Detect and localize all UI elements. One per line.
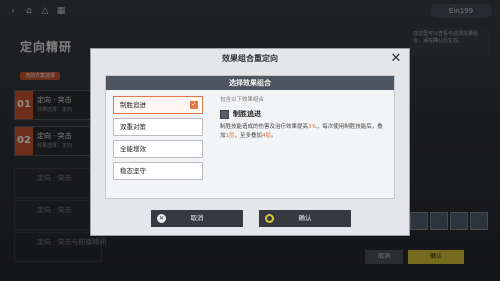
option-0[interactable]: 制胜追进 ✓ [113, 96, 203, 114]
cancel-button[interactable]: ✕ 取消 [151, 210, 243, 227]
option-label: 制胜追进 [120, 101, 146, 109]
confirm-label: 确认 [298, 214, 312, 222]
option-label: 双重对策 [120, 123, 146, 131]
effect-combo-modal: 效果组合重定向 ✕ 选择效果组合 制胜追进 ✓ 双重对策 全能增效 稳态坚守 包… [90, 48, 410, 236]
confirm-button[interactable]: 确认 [259, 210, 351, 227]
modal-title: 效果组合重定向 [222, 54, 278, 63]
option-3[interactable]: 稳态坚守 [113, 162, 203, 180]
cancel-icon: ✕ [157, 214, 166, 223]
confirm-circle-icon [265, 214, 274, 223]
check-icon: ✓ [190, 101, 198, 109]
selection-panel: 选择效果组合 制胜追进 ✓ 双重对策 全能增效 稳态坚守 包含以下效果组合 制胜… [105, 75, 395, 199]
cancel-label: 取消 [190, 214, 204, 222]
option-label: 全能增效 [120, 145, 146, 153]
detail-subtitle: 包含以下效果组合 [220, 97, 265, 103]
option-2[interactable]: 全能增效 [113, 140, 203, 158]
detail-description: 制胜技能造成的伤害及治疗效果提高3%，每次使用制胜技能后，叠加1层，至多叠加4层… [220, 124, 383, 139]
option-1[interactable]: 双重对策 [113, 118, 203, 136]
detail-title: 制胜追进 [233, 110, 261, 118]
effect-icon [220, 110, 229, 119]
option-label: 稳态坚守 [120, 167, 146, 175]
close-icon[interactable]: ✕ [389, 52, 403, 66]
section-title: 选择效果组合 [106, 76, 394, 90]
